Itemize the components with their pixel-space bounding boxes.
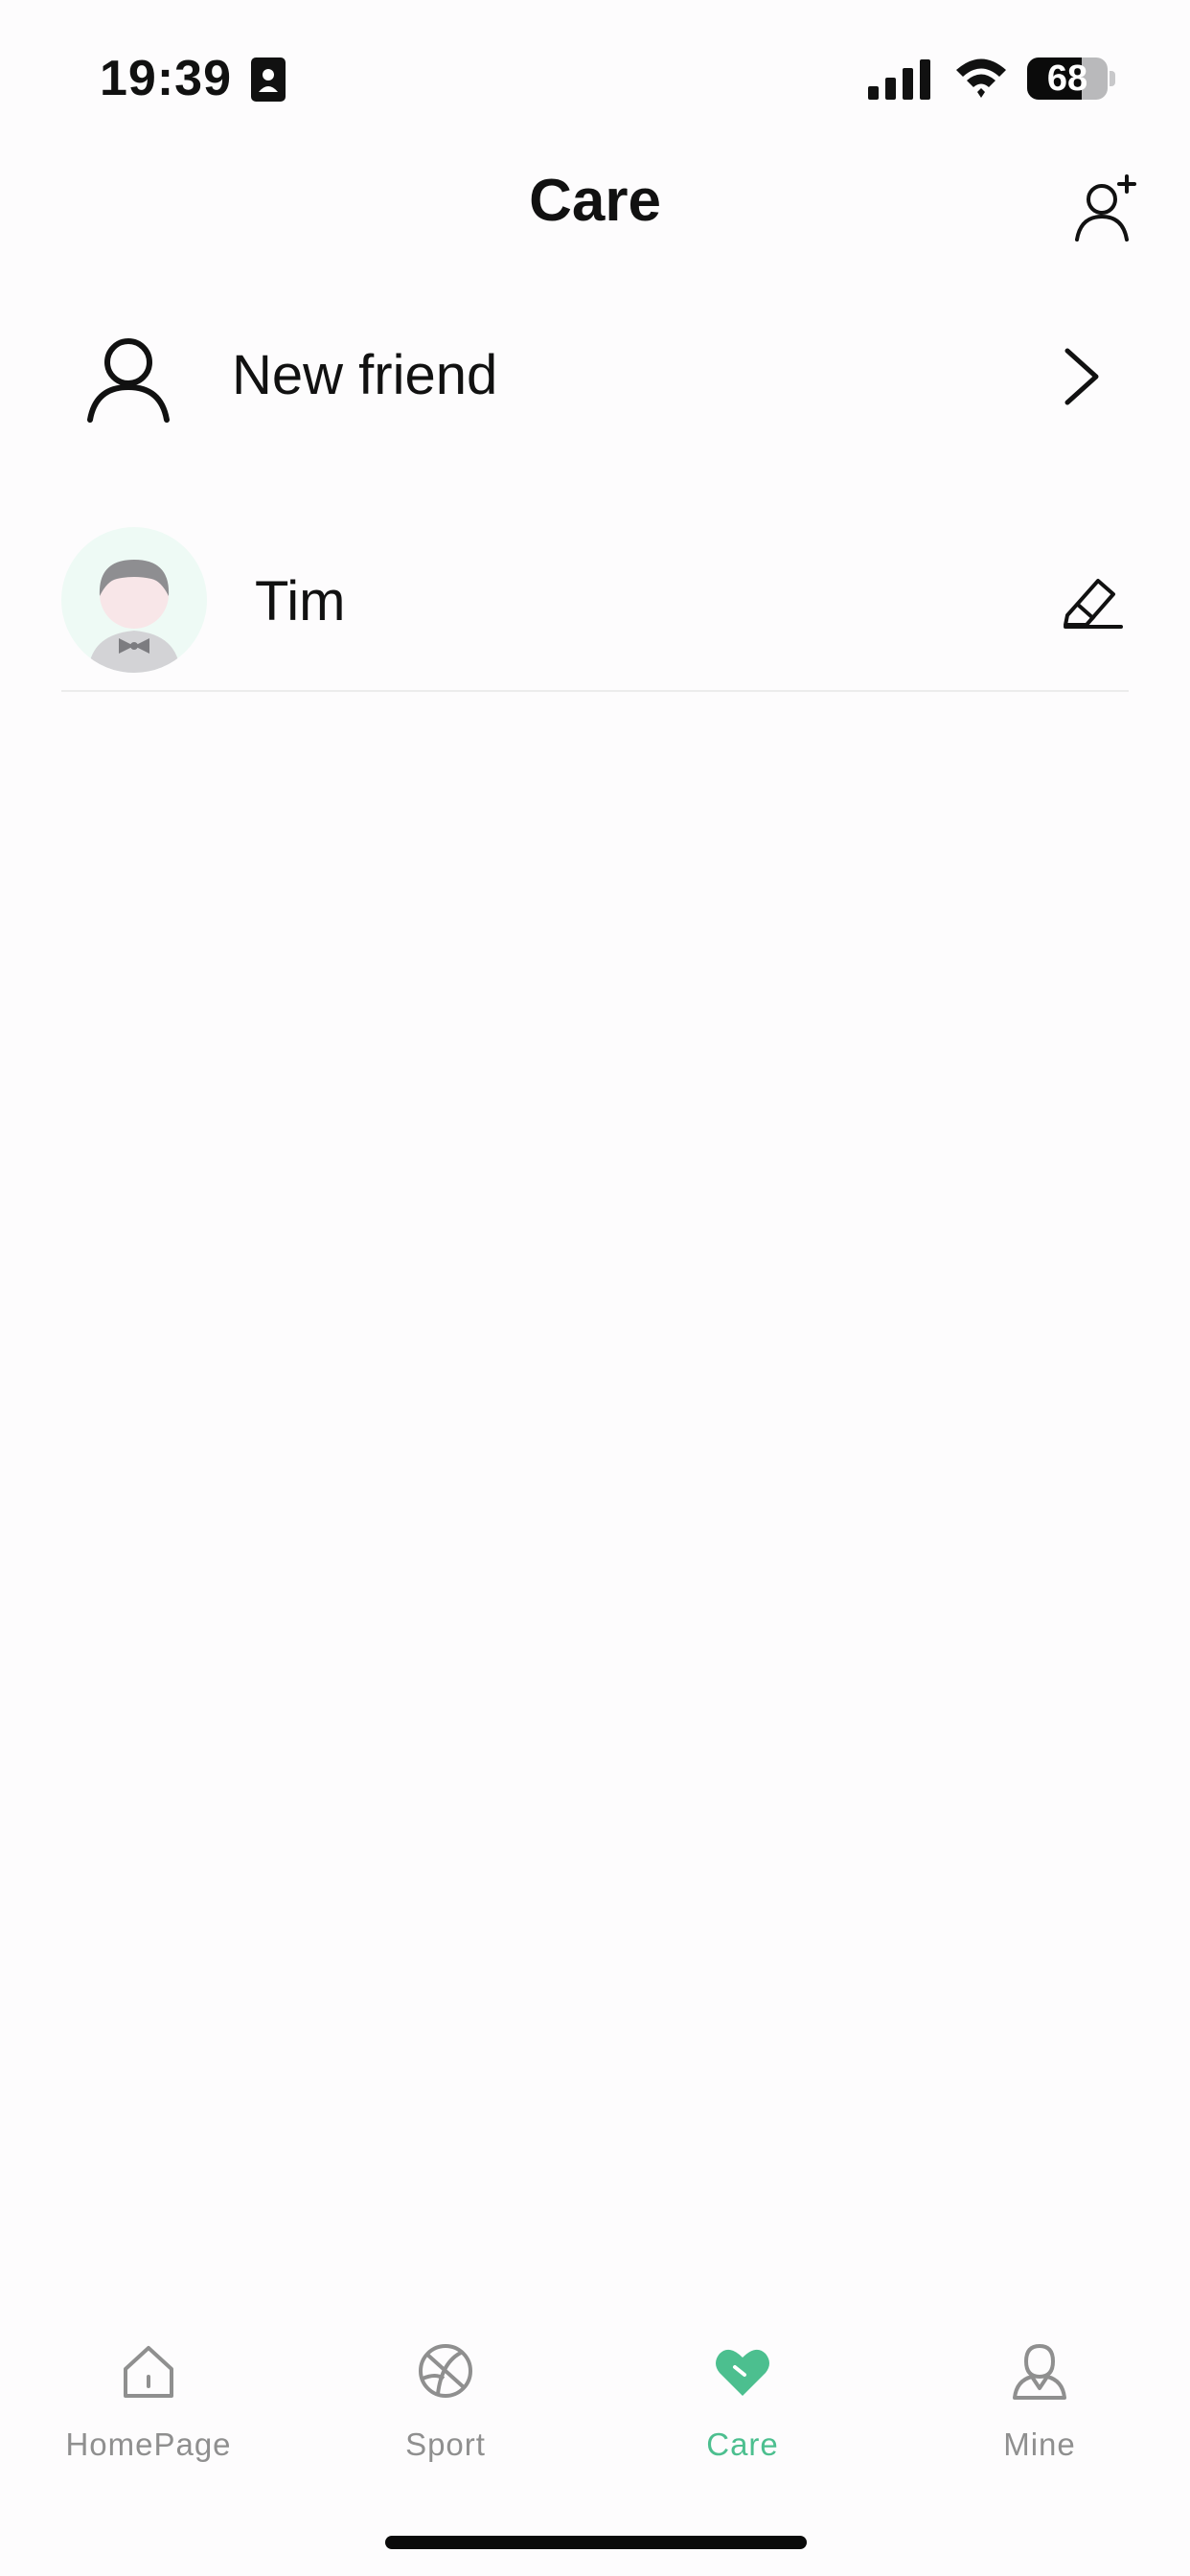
tab-homepage[interactable]: HomePage <box>0 2319 297 2492</box>
status-bar: 19:39 68 <box>0 0 1190 144</box>
ball-icon <box>419 2344 472 2398</box>
heart-icon <box>716 2349 769 2396</box>
cellular-signal-icon <box>868 59 930 100</box>
tab-mine[interactable]: Mine <box>891 2319 1188 2492</box>
contact-name: Tim <box>255 570 346 632</box>
contact-row[interactable]: Tim <box>61 527 1129 692</box>
add-friend-icon[interactable] <box>1069 172 1142 245</box>
contact-card-icon <box>251 58 286 102</box>
tab-bar: HomePage Sport Care Mine <box>0 2319 1190 2511</box>
home-icon <box>124 2346 173 2398</box>
tab-label: HomePage <box>65 2426 232 2462</box>
edit-icon[interactable] <box>1062 573 1125 631</box>
care-screen: 19:39 68 Care New friend Tim HomePage Sp… <box>0 0 1190 2576</box>
wifi-icon <box>956 58 1006 98</box>
chevron-right-icon <box>1064 348 1099 405</box>
page-title: Care <box>529 168 661 234</box>
battery-indicator: 68 <box>1027 58 1108 100</box>
person-icon <box>1013 2343 1066 2400</box>
tab-label: Mine <box>1003 2426 1076 2462</box>
new-friend-label: New friend <box>232 344 498 406</box>
battery-cap <box>1110 71 1115 86</box>
home-indicator[interactable] <box>385 2536 807 2549</box>
avatar <box>61 527 207 673</box>
tab-care[interactable]: Care <box>594 2319 891 2492</box>
tab-label: Sport <box>405 2426 486 2462</box>
tab-sport[interactable]: Sport <box>297 2319 594 2492</box>
person-outline-icon <box>87 338 170 423</box>
tab-label: Care <box>706 2426 779 2462</box>
status-time: 19:39 <box>100 51 232 106</box>
new-friend-row[interactable]: New friend <box>0 316 1190 431</box>
battery-level: 68 <box>1046 58 1088 99</box>
